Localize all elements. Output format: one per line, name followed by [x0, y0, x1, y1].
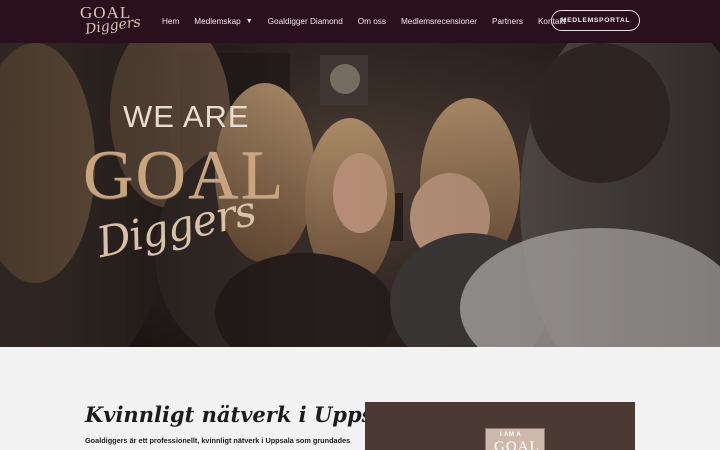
intro-paragraph: Goaldiggers är ett professionellt, kvinn… [85, 436, 351, 445]
intro-section: Kvinnligt nätverk i Uppsala Goaldiggers … [0, 347, 720, 450]
main-menu: Hem Medlemskap ▼ Goaldigger Diamond Om o… [162, 0, 581, 43]
nav-link-om-oss[interactable]: Om oss [358, 17, 386, 26]
nav-link-goaldigger-diamond[interactable]: Goaldigger Diamond [268, 17, 343, 26]
section-title: Kvinnligt nätverk i Uppsala [85, 402, 409, 427]
photo-text-goal: GOAL [494, 439, 540, 450]
nav-link-hem[interactable]: Hem [162, 17, 179, 26]
member-portal-button[interactable]: MEDLEMSPORTAL [551, 10, 640, 31]
hero-headline: WE ARE GOAL Diggers [0, 43, 720, 347]
photo-text-iam: I AM A [500, 432, 522, 438]
site-logo[interactable]: GOAL Diggers [80, 4, 142, 40]
nav-link-partners[interactable]: Partners [492, 17, 523, 26]
hero-we-are: WE ARE [123, 99, 250, 134]
chevron-down-icon: ▼ [245, 18, 253, 25]
nav-link-medlemsrecensioner[interactable]: Medlemsrecensioner [401, 17, 477, 26]
nav-link-medlemskap[interactable]: Medlemskap ▼ [194, 17, 252, 26]
hero-banner: WE ARE GOAL Diggers [0, 43, 720, 347]
nav-link-medlemskap-label: Medlemskap [194, 17, 241, 26]
top-navbar: GOAL Diggers Hem Medlemskap ▼ Goaldigger… [0, 0, 720, 43]
event-photo: I AM A GOAL [365, 402, 635, 450]
